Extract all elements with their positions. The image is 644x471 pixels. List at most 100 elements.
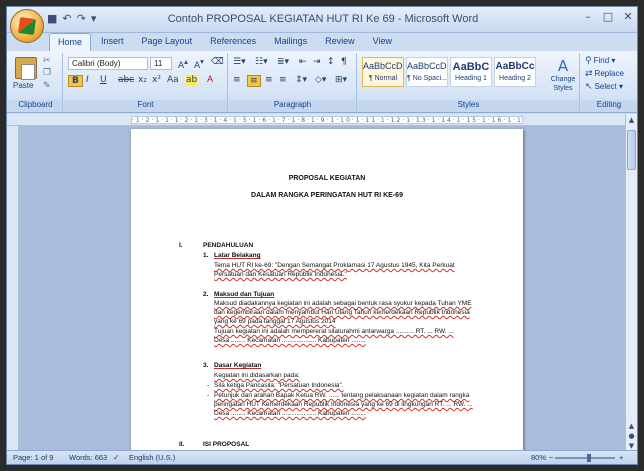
change-styles-button[interactable]: A Change Styles xyxy=(548,57,578,93)
paste-button[interactable]: Paste xyxy=(13,81,33,90)
superscript-icon[interactable]: x² xyxy=(152,75,161,85)
paragraph-line: Desa ........ Kecamatan ................… xyxy=(214,337,366,344)
section-heading: PENDAHULUAN xyxy=(203,242,254,249)
style-name: ¶ Normal xyxy=(368,75,398,82)
zoom-out-icon[interactable]: − xyxy=(549,453,553,462)
section-heading: ISI PROPOSAL xyxy=(203,441,250,448)
numbering-icon[interactable]: ☷▾ xyxy=(255,57,268,67)
line-spacing-icon[interactable]: ⇕▾ xyxy=(295,75,307,85)
bullet-item: Petunjuk dan arahan Bapak Ketua RW. ....… xyxy=(214,392,470,399)
item-heading: Dasar Kegiatan xyxy=(214,362,262,369)
select-button[interactable]: ↖ Select ▾ xyxy=(585,82,623,92)
proofing-icon[interactable]: ✓ xyxy=(113,453,119,462)
paste-icon[interactable] xyxy=(15,57,37,80)
font-color-icon[interactable]: A xyxy=(207,75,213,85)
style-normal[interactable]: AaBbCcDc ¶ Normal xyxy=(362,57,404,87)
style-preview: AaBbCcDc xyxy=(407,61,448,71)
style-name: ¶ No Spaci... xyxy=(407,75,447,82)
tab-references[interactable]: References xyxy=(202,33,264,51)
format-painter-icon[interactable]: ✎ xyxy=(43,81,51,91)
style-no-spacing[interactable]: AaBbCcDc ¶ No Spaci... xyxy=(406,57,448,87)
tab-review[interactable]: Review xyxy=(317,33,363,51)
underline-icon[interactable]: U xyxy=(100,75,107,85)
cut-icon[interactable]: ✂ xyxy=(43,56,51,66)
zoom-slider-knob[interactable] xyxy=(587,454,591,462)
style-name: Heading 1 xyxy=(455,75,487,82)
minimize-icon[interactable]: – xyxy=(581,10,595,23)
font-name-select[interactable]: Calibri (Body) xyxy=(68,57,148,70)
style-preview: AaBbC xyxy=(452,61,490,73)
strikethrough-icon[interactable]: abc xyxy=(118,75,134,85)
scroll-thumb[interactable] xyxy=(627,130,636,170)
paragraph-line: Persatuan dan Kesatuan Republik Indonesi… xyxy=(214,271,347,278)
align-center-icon[interactable]: ≡ xyxy=(247,75,261,87)
vertical-ruler[interactable] xyxy=(7,126,19,452)
prev-page-icon[interactable]: ▲ xyxy=(627,422,636,430)
show-formatting-icon[interactable]: ¶ xyxy=(341,57,347,67)
bold-icon[interactable]: B xyxy=(68,75,83,87)
styles-group-label: Styles xyxy=(358,100,579,111)
clipboard-group: Paste ✂ ❐ ✎ Clipboard xyxy=(9,53,63,111)
style-heading-2[interactable]: AaBbCc Heading 2 xyxy=(494,57,536,87)
zoom-slider[interactable] xyxy=(555,457,615,459)
sort-icon[interactable]: ↕ xyxy=(327,57,335,67)
tab-mailings[interactable]: Mailings xyxy=(266,33,315,51)
decrease-indent-icon[interactable]: ⇤ xyxy=(299,57,307,67)
align-right-icon[interactable]: ≡ xyxy=(265,75,273,85)
item-number: 3. xyxy=(203,362,209,369)
item-heading: Latar Belakang xyxy=(214,252,261,259)
title-bar: ■ ↶ ↷ ▾ Contoh PROPOSAL KEGIATAN HUT RI … xyxy=(7,7,637,33)
bullet-item: Sila ketiga Pancasila: "Persatuan Indone… xyxy=(214,382,344,389)
horizontal-ruler[interactable]: ·1·2·1·1·1·2·1·3·1·4·1·5·1·6·1·7·1·8·1·9… xyxy=(7,114,637,126)
paragraph-line: Tema HUT RI ke-69: "Dengan Semangat Prok… xyxy=(214,262,455,269)
document-workspace: PROPOSAL KEGIATAN DALAM RANGKA PERINGATA… xyxy=(19,126,627,452)
paragraph-line: Kegiatan ini didasarkan pada: xyxy=(214,372,300,379)
highlight-icon[interactable]: ab xyxy=(186,75,198,85)
item-number: 1. xyxy=(203,252,209,259)
zoom-level[interactable]: 80% xyxy=(531,453,546,462)
close-icon[interactable]: ✕ xyxy=(621,10,635,23)
italic-icon[interactable]: I xyxy=(86,75,89,85)
multilevel-list-icon[interactable]: ≣▾ xyxy=(277,57,289,67)
tab-insert[interactable]: Insert xyxy=(93,33,132,51)
shrink-font-icon[interactable]: A▾ xyxy=(194,57,204,71)
increase-indent-icon[interactable]: ⇥ xyxy=(313,57,321,67)
change-case-icon[interactable]: Aa xyxy=(167,75,179,85)
shading-icon[interactable]: ◇▾ xyxy=(315,75,326,85)
font-size-select[interactable]: 11 xyxy=(150,57,172,70)
language[interactable]: English (U.S.) xyxy=(129,453,175,462)
select-icon: ↖ xyxy=(585,82,593,92)
style-heading-1[interactable]: AaBbC Heading 1 xyxy=(450,57,492,87)
browse-object-icon[interactable]: ● xyxy=(627,432,636,440)
font-group-label: Font xyxy=(64,100,227,111)
page-count[interactable]: Page: 1 of 9 xyxy=(13,453,53,462)
scroll-up-icon[interactable]: ▲ xyxy=(627,116,636,124)
zoom-in-icon[interactable]: + xyxy=(619,453,623,462)
tab-page-layout[interactable]: Page Layout xyxy=(134,33,201,51)
tab-view[interactable]: View xyxy=(365,33,400,51)
grow-font-icon[interactable]: A▴ xyxy=(178,57,188,71)
clear-formatting-icon[interactable]: ⌫ xyxy=(211,57,224,67)
select-label: Select xyxy=(594,82,617,91)
subscript-icon[interactable]: x₂ xyxy=(138,75,147,85)
office-button[interactable] xyxy=(10,9,44,43)
bullets-icon[interactable]: ☰▾ xyxy=(233,57,246,67)
replace-label: Replace xyxy=(594,69,624,78)
replace-button[interactable]: ⇄ Replace xyxy=(585,69,624,79)
borders-icon[interactable]: ⊞▾ xyxy=(335,75,347,85)
maximize-icon[interactable]: □ xyxy=(601,10,615,23)
justify-icon[interactable]: ≡ xyxy=(279,75,287,85)
word-count[interactable]: Words: 663 xyxy=(69,453,107,462)
ribbon-tabs: Home Insert Page Layout References Maili… xyxy=(49,33,400,51)
next-page-icon[interactable]: ▼ xyxy=(627,442,636,450)
copy-icon[interactable]: ❐ xyxy=(43,68,51,78)
tab-home[interactable]: Home xyxy=(49,33,92,51)
change-styles-label-2: Styles xyxy=(553,85,573,92)
document-page[interactable]: PROPOSAL KEGIATAN DALAM RANGKA PERINGATA… xyxy=(131,129,523,452)
align-left-icon[interactable]: ≡ xyxy=(233,75,241,85)
doc-title: PROPOSAL KEGIATAN xyxy=(288,175,366,182)
find-button[interactable]: ⚲ Find ▾ xyxy=(585,56,615,66)
styles-group: AaBbCcDc ¶ Normal AaBbCcDc ¶ No Spaci...… xyxy=(358,53,580,111)
paragraph-group: ☰▾ ☷▾ ≣▾ ⇤ ⇥ ↕ ¶ ≡ ≡ ≡ ≡ ⇕▾ ◇▾ ⊞▾ Paragr… xyxy=(229,53,357,111)
vertical-scrollbar[interactable]: ▲ ▲ ● ▼ xyxy=(625,114,637,452)
